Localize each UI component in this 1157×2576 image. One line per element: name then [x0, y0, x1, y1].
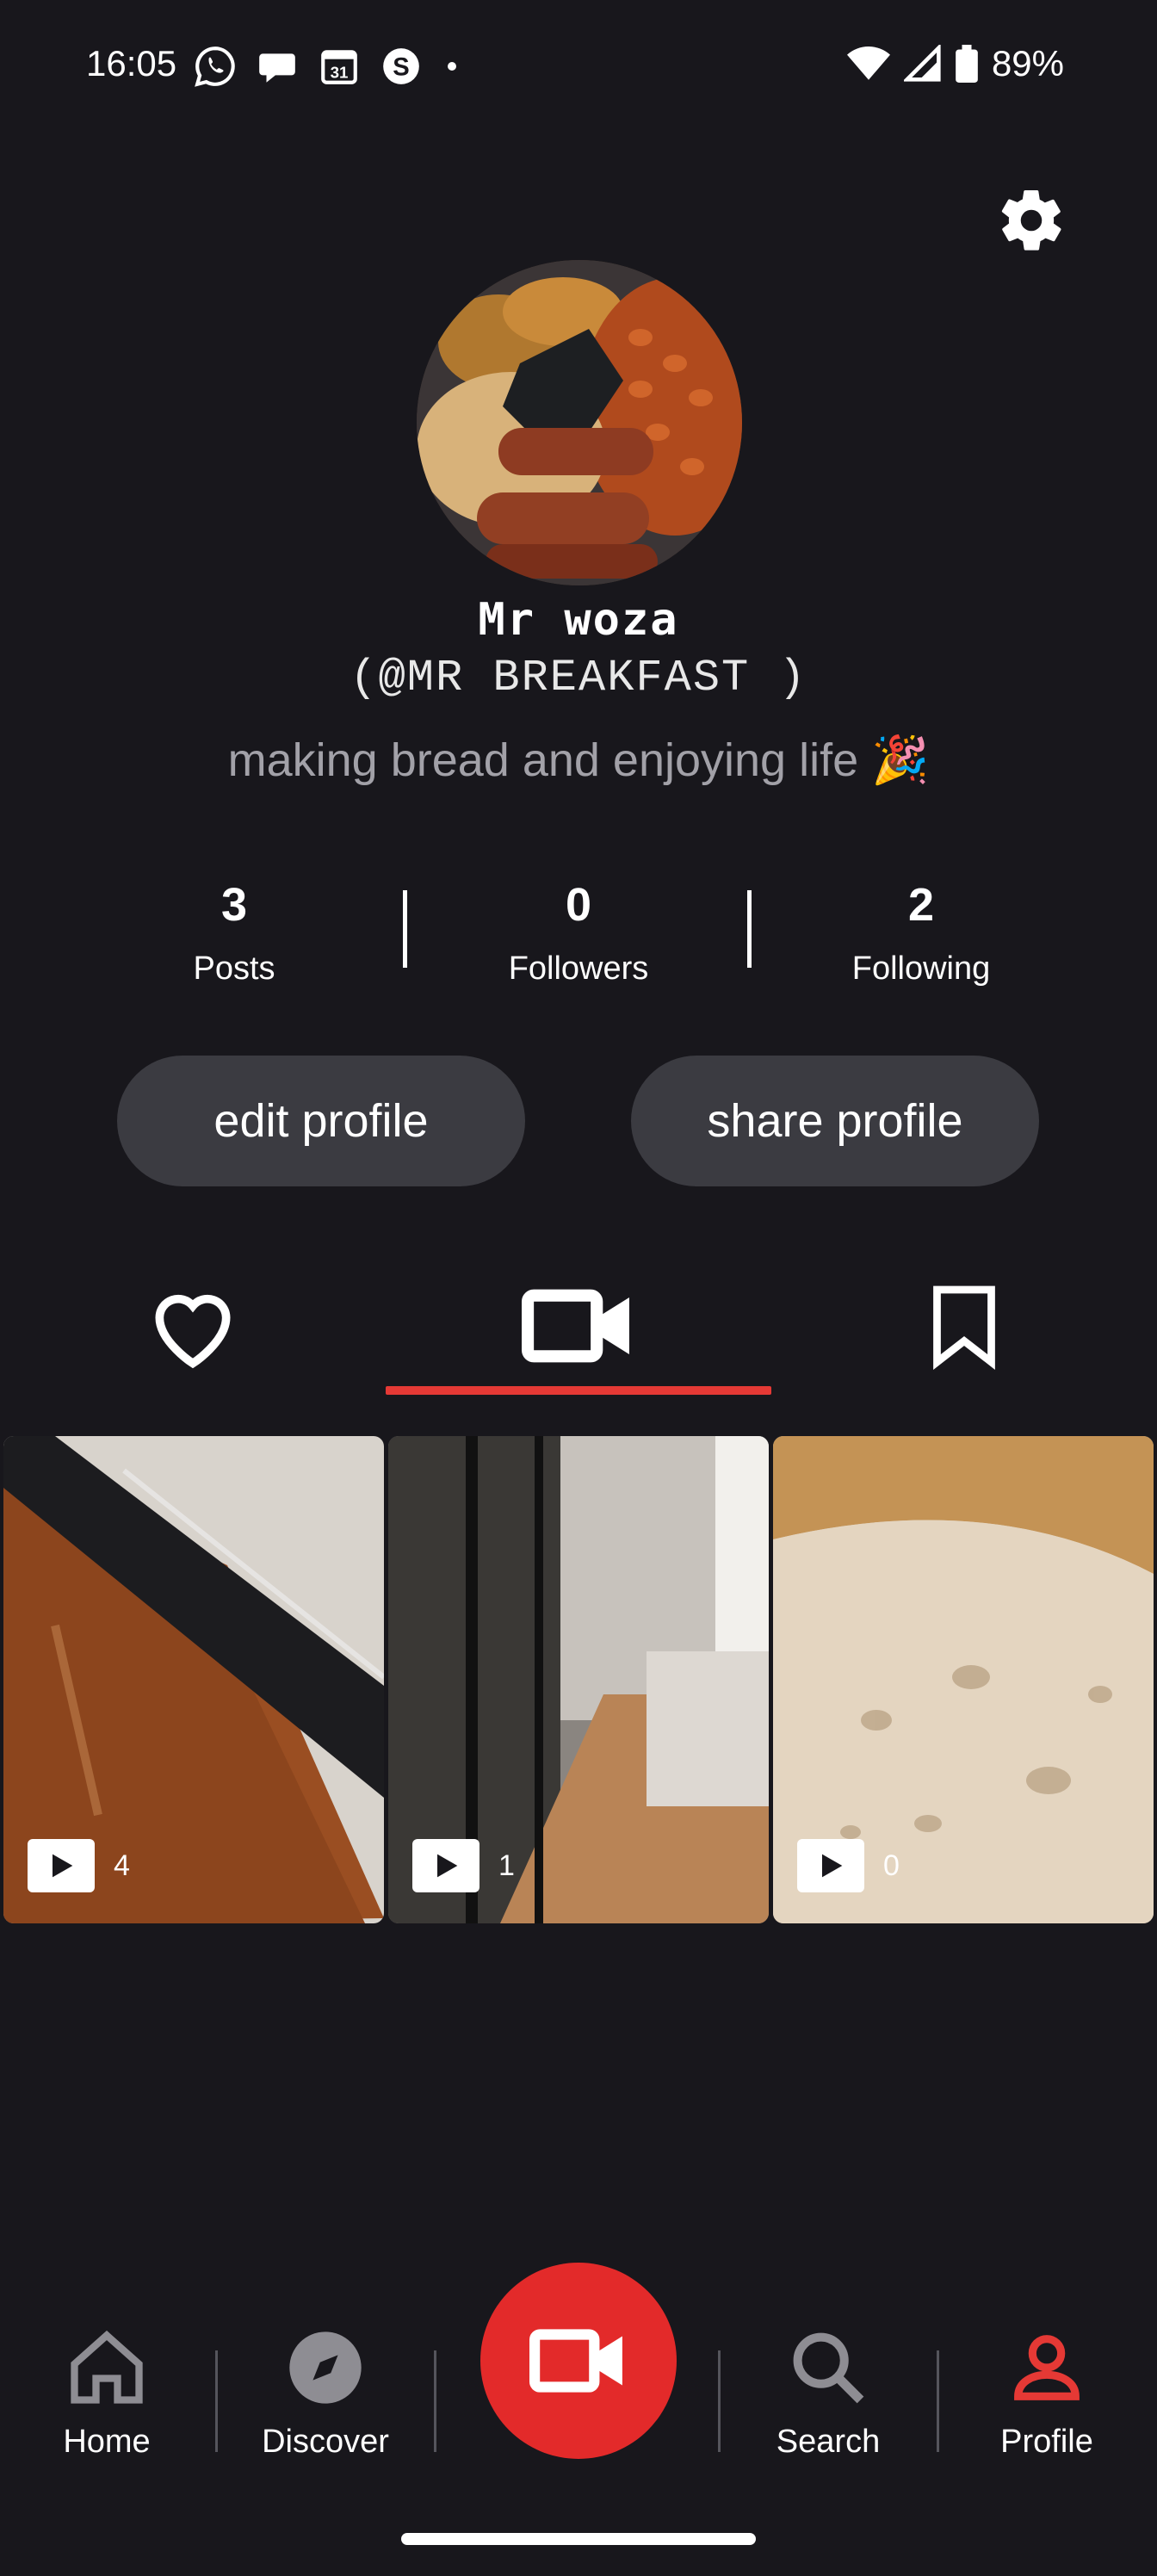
settings-button[interactable]	[995, 184, 1067, 257]
skype-icon: S	[383, 48, 419, 84]
bio: making bread and enjoying life 🎉	[227, 734, 930, 786]
system-status: 89%	[846, 43, 1064, 84]
battery-percent: 89%	[991, 43, 1064, 84]
status-time: 16:05	[86, 43, 177, 84]
play-icon	[412, 1839, 480, 1892]
user-handle: (@MR BREAKFAST )	[350, 653, 807, 703]
signal-icon	[903, 45, 941, 82]
stat-divider	[403, 890, 407, 968]
tab-videos[interactable]	[386, 1257, 771, 1395]
video-thumbnail[interactable]: 4	[3, 1436, 384, 1923]
person-icon	[1014, 2335, 1080, 2400]
share-profile-button[interactable]: share profile	[631, 1056, 1039, 1186]
nav-label: Home	[63, 2424, 151, 2460]
stat-value: 3	[220, 879, 248, 931]
whatsapp-icon	[195, 46, 235, 87]
avatar[interactable]	[417, 260, 742, 585]
play-icon	[797, 1839, 864, 1892]
nav-divider	[215, 2350, 218, 2452]
stat-posts[interactable]: 3 Posts	[105, 878, 363, 988]
nav-divider	[937, 2350, 939, 2452]
nav-profile[interactable]: Profile	[961, 2325, 1133, 2461]
record-video-icon	[529, 2329, 622, 2393]
stat-value: 2	[907, 879, 935, 931]
compass-icon	[289, 2331, 362, 2404]
tab-liked[interactable]	[0, 1257, 386, 1395]
play-icon	[28, 1839, 95, 1892]
tab-saved[interactable]	[771, 1257, 1157, 1395]
heart-icon	[155, 1294, 231, 1369]
nav-divider	[434, 2350, 436, 2452]
calendar-icon: 31	[321, 50, 357, 84]
video-meta: 4	[28, 1839, 130, 1892]
nav-search[interactable]: Search	[742, 2325, 914, 2461]
gear-icon	[1001, 189, 1061, 251]
stat-following[interactable]: 2 Following	[792, 878, 1050, 988]
search-icon	[793, 2332, 864, 2404]
edit-profile-button[interactable]: edit profile	[117, 1056, 525, 1186]
view-count: 0	[883, 1848, 900, 1882]
nav-divider	[718, 2350, 721, 2452]
stat-followers[interactable]: 0 Followers	[449, 878, 708, 988]
battery-icon	[956, 45, 978, 83]
record-video-button[interactable]	[480, 2263, 677, 2459]
active-tab-indicator	[386, 1386, 771, 1395]
view-count: 1	[498, 1848, 515, 1882]
stat-value: 0	[565, 879, 592, 931]
nav-label: Profile	[1000, 2424, 1093, 2460]
notification-icons: 31 S	[194, 45, 462, 88]
stat-label: Followers	[508, 951, 649, 987]
chat-bubble-icon	[259, 53, 295, 83]
nav-home[interactable]: Home	[21, 2325, 193, 2461]
video-meta: 1	[412, 1839, 515, 1892]
home-indicator[interactable]	[401, 2533, 756, 2545]
svg-text:S: S	[393, 53, 409, 81]
stat-divider	[747, 890, 752, 968]
nav-discover[interactable]: Discover	[239, 2325, 411, 2461]
dot-icon	[448, 62, 456, 71]
stat-label: Following	[851, 951, 991, 987]
avatar-image	[417, 260, 742, 585]
stat-label: Posts	[193, 951, 275, 987]
video-camera-icon	[522, 1289, 629, 1363]
display-name: Mr woza	[478, 594, 679, 646]
nav-label: Search	[776, 2424, 881, 2460]
view-count: 4	[114, 1848, 130, 1882]
svg-text:31: 31	[331, 64, 349, 82]
bookmark-icon	[933, 1285, 995, 1370]
nav-label: Discover	[262, 2424, 389, 2460]
video-thumbnail[interactable]: 1	[388, 1436, 769, 1923]
video-meta: 0	[797, 1839, 900, 1892]
home-icon	[71, 2330, 143, 2404]
wifi-icon	[846, 46, 890, 80]
video-thumbnail[interactable]: 0	[773, 1436, 1154, 1923]
